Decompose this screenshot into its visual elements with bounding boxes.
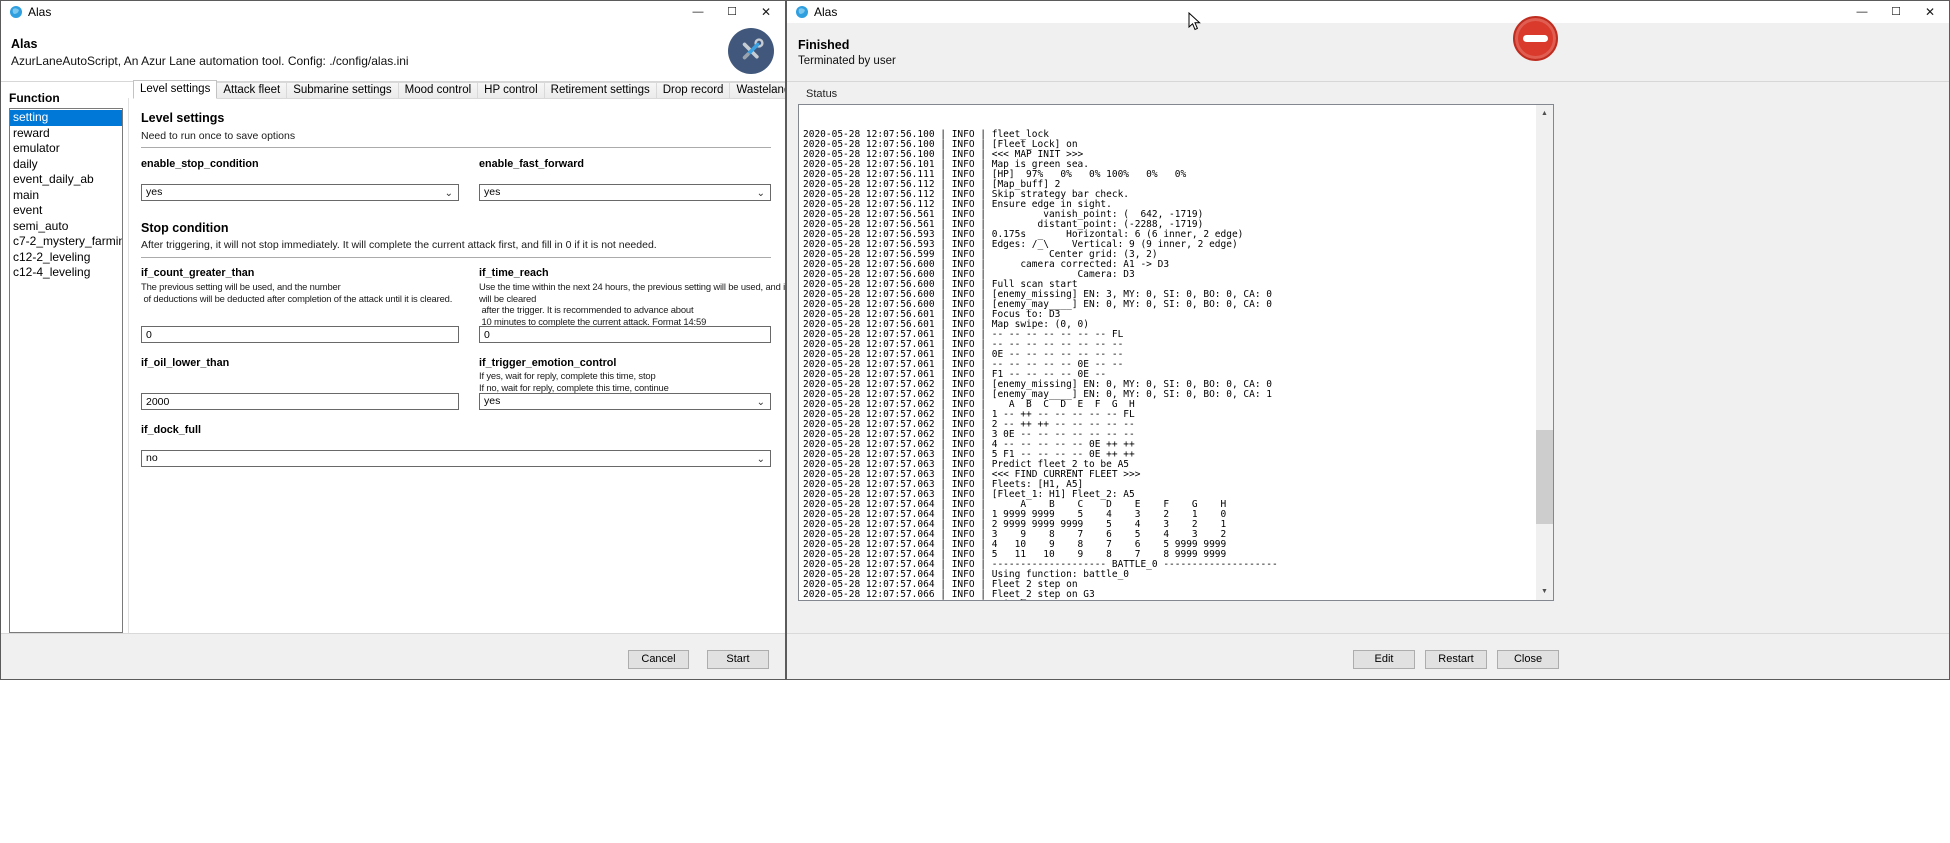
maximize-button[interactable]: ☐ bbox=[715, 1, 749, 23]
close-button-footer[interactable]: Close bbox=[1497, 650, 1559, 669]
section-desc-level-settings: Need to run once to save options bbox=[141, 130, 295, 142]
select-if-dock-full[interactable]: no ⌄ bbox=[141, 450, 771, 467]
function-list-item[interactable]: c12-4_leveling bbox=[10, 265, 122, 281]
scrollbar-thumb[interactable] bbox=[1536, 430, 1553, 524]
label-if-trigger-emotion-control: if_trigger_emotion_control bbox=[479, 357, 771, 369]
label-if-time-reach: if_time_reach bbox=[479, 267, 771, 279]
function-list-item[interactable]: event bbox=[10, 203, 122, 219]
label-if-dock-full: if_dock_full bbox=[141, 424, 201, 436]
tab[interactable]: Wasteland mode bbox=[729, 82, 786, 99]
section-desc-stop-condition: After triggering, it will not stop immed… bbox=[141, 239, 657, 251]
function-list-item[interactable]: emulator bbox=[10, 141, 122, 157]
function-list-item[interactable]: main bbox=[10, 188, 122, 204]
log-scrollbar[interactable]: ▲ ▼ bbox=[1536, 105, 1553, 600]
mouse-cursor-icon bbox=[1188, 12, 1201, 32]
tab[interactable]: Mood control bbox=[398, 82, 478, 99]
label-enable-stop-condition: enable_stop_condition bbox=[141, 158, 459, 170]
scroll-up-icon[interactable]: ▲ bbox=[1536, 105, 1553, 122]
panel-edge-divider bbox=[128, 98, 129, 633]
desc-if-trigger-emotion-control: If yes, wait for reply, complete this ti… bbox=[479, 370, 785, 393]
left-footer: Cancel Start bbox=[1, 633, 785, 679]
status-subtitle: Terminated by user bbox=[798, 55, 896, 67]
maximize-button[interactable]: ☐ bbox=[1879, 1, 1913, 23]
titlebar: Alas — ☐ ✕ bbox=[1, 1, 785, 23]
function-list-item[interactable]: setting bbox=[10, 110, 122, 126]
chevron-down-icon: ⌄ bbox=[757, 452, 765, 467]
divider bbox=[141, 147, 771, 148]
window-title: Alas bbox=[28, 5, 51, 19]
select-if-trigger-emotion-control[interactable]: yes ⌄ bbox=[479, 393, 771, 410]
alas-settings-window: Alas — ☐ ✕ Alas AzurLaneAutoScript, An A… bbox=[0, 0, 786, 680]
status-log-label: Status bbox=[806, 88, 837, 100]
tab[interactable]: Retirement settings bbox=[544, 82, 657, 99]
edit-button[interactable]: Edit bbox=[1353, 650, 1415, 669]
close-button[interactable]: ✕ bbox=[749, 1, 783, 23]
function-list-item[interactable]: c7-2_mystery_farming bbox=[10, 234, 122, 250]
function-list: settingrewardemulatordailyevent_daily_ab… bbox=[9, 108, 123, 633]
header-divider bbox=[787, 81, 1949, 82]
chevron-down-icon: ⌄ bbox=[757, 186, 765, 201]
status-title: Finished bbox=[798, 38, 849, 52]
minimize-button[interactable]: — bbox=[1845, 1, 1879, 23]
desc-if-count-greater-than: The previous setting will be used, and t… bbox=[141, 281, 486, 304]
function-list-item[interactable]: event_daily_ab bbox=[10, 172, 122, 188]
start-button[interactable]: Start bbox=[707, 650, 769, 669]
section-title-level-settings: Level settings bbox=[141, 111, 224, 125]
stop-sign-icon bbox=[1513, 16, 1558, 61]
alas-logo-icon bbox=[795, 5, 809, 19]
tab-bar: Level settingsAttack fleetSubmarine sett… bbox=[134, 83, 786, 99]
minimize-button[interactable]: — bbox=[681, 1, 715, 23]
tab[interactable]: Attack fleet bbox=[216, 82, 287, 99]
app-title: Alas bbox=[11, 37, 37, 51]
tab[interactable]: Submarine settings bbox=[286, 82, 398, 99]
alas-status-window: Alas — ☐ ✕ Finished Terminated by user S… bbox=[786, 0, 1950, 680]
tab[interactable]: Drop record bbox=[656, 82, 731, 99]
alas-logo-icon bbox=[9, 5, 23, 19]
titlebar: Alas — ☐ ✕ bbox=[787, 1, 1949, 23]
divider bbox=[141, 257, 771, 258]
scroll-down-icon[interactable]: ▼ bbox=[1536, 583, 1553, 600]
select-enable-fast-forward[interactable]: yes ⌄ bbox=[479, 184, 771, 201]
function-list-item[interactable]: daily bbox=[10, 157, 122, 173]
function-list-item[interactable]: reward bbox=[10, 126, 122, 142]
close-button[interactable]: ✕ bbox=[1913, 1, 1947, 23]
input-if-oil-lower-than[interactable] bbox=[141, 393, 459, 410]
window-title: Alas bbox=[814, 5, 837, 19]
desc-if-time-reach: Use the time within the next 24 hours, t… bbox=[479, 281, 785, 328]
tools-badge bbox=[728, 28, 774, 74]
log-lines: 2020-05-28 12:07:56.100 | INFO | fleet_l… bbox=[803, 104, 1536, 600]
function-list-label: Function bbox=[9, 91, 60, 105]
wrench-screwdriver-icon bbox=[737, 37, 765, 65]
section-title-stop-condition: Stop condition bbox=[141, 221, 228, 235]
label-if-count-greater-than: if_count_greater_than bbox=[141, 267, 459, 279]
app-subtitle: AzurLaneAutoScript, An Azur Lane automat… bbox=[11, 54, 409, 68]
chevron-down-icon: ⌄ bbox=[445, 186, 453, 201]
input-if-count-greater-than[interactable] bbox=[141, 326, 459, 343]
label-if-oil-lower-than: if_oil_lower_than bbox=[141, 357, 459, 369]
function-list-item[interactable]: c12-2_leveling bbox=[10, 250, 122, 266]
chevron-down-icon: ⌄ bbox=[757, 395, 765, 410]
input-if-time-reach[interactable] bbox=[479, 326, 771, 343]
label-enable-fast-forward: enable_fast_forward bbox=[479, 158, 771, 170]
tab[interactable]: HP control bbox=[477, 82, 544, 99]
status-log: 2020-05-28 12:07:56.100 | INFO | fleet_l… bbox=[798, 104, 1554, 601]
restart-button[interactable]: Restart bbox=[1425, 650, 1487, 669]
select-enable-stop-condition[interactable]: yes ⌄ bbox=[141, 184, 459, 201]
tab[interactable]: Level settings bbox=[133, 80, 217, 99]
right-footer: Edit Restart Close bbox=[787, 633, 1949, 679]
function-list-item[interactable]: semi_auto bbox=[10, 219, 122, 235]
cancel-button[interactable]: Cancel bbox=[628, 650, 689, 669]
